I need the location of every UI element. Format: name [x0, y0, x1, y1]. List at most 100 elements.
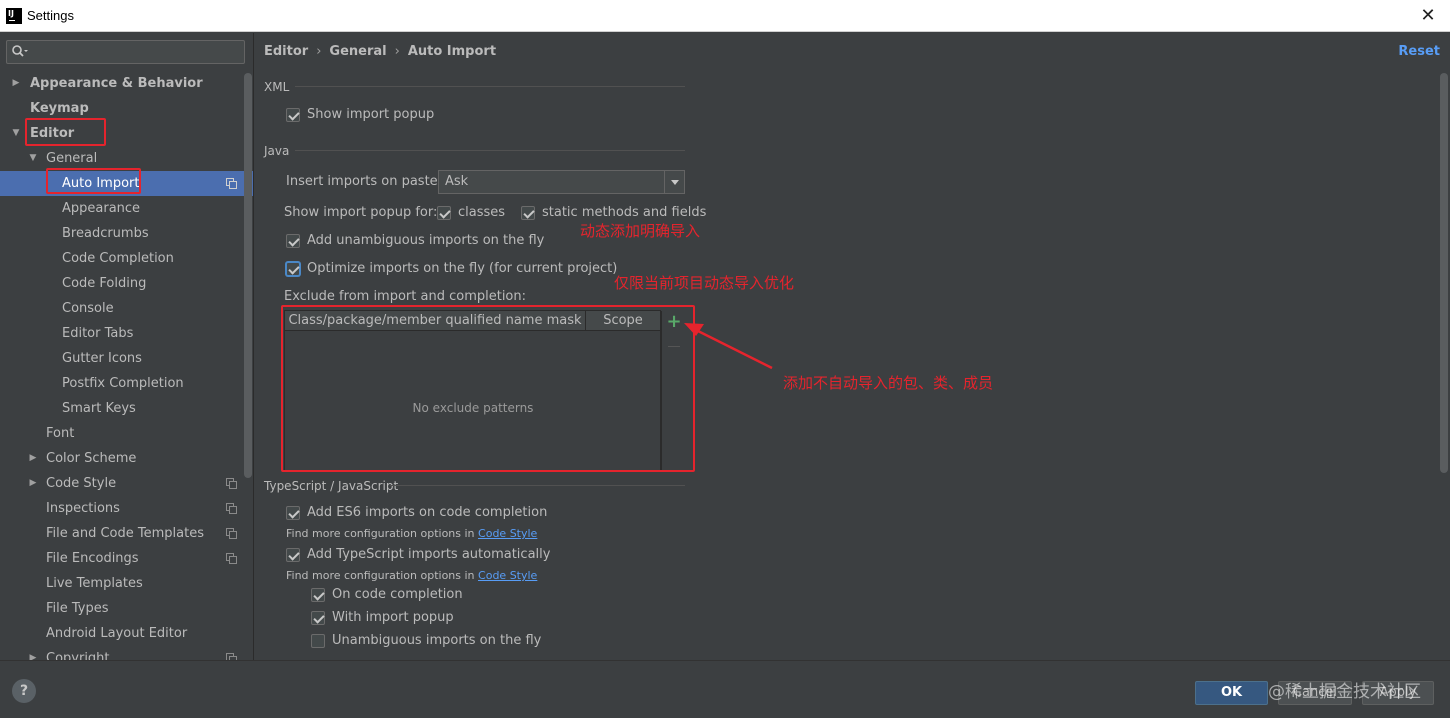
remove-pattern-minus-icon: [668, 346, 680, 347]
tree-item-label: File Types: [46, 601, 109, 616]
tree-item-console[interactable]: Console: [0, 296, 253, 321]
tree-item-editor-tabs[interactable]: Editor Tabs: [0, 321, 253, 346]
chevron-right-icon[interactable]: ▶: [27, 646, 39, 660]
tree-item-label: Code Completion: [62, 251, 174, 266]
add-unambiguous-row[interactable]: Add unambiguous imports on the fly: [286, 231, 566, 251]
ok-button[interactable]: OK: [1195, 681, 1268, 705]
tree-item-android-layout-editor[interactable]: Android Layout Editor: [0, 621, 253, 646]
project-scope-icon: [226, 553, 237, 564]
table-toolbar-divider: [661, 311, 662, 472]
tree-item-appearance-behavior[interactable]: ▶ Appearance & Behavior: [0, 71, 253, 96]
code-style-link[interactable]: Code Style: [478, 527, 537, 540]
tree-item-font[interactable]: Font: [0, 421, 253, 446]
tree-item-live-templates[interactable]: Live Templates: [0, 571, 253, 596]
section-title-typescript: TypeScript / JavaScript: [264, 479, 399, 493]
chevron-down-icon[interactable]: ▼: [27, 146, 39, 171]
column-header-scope[interactable]: Scope: [586, 311, 661, 331]
tree-item-file-code-templates[interactable]: File and Code Templates: [0, 521, 253, 546]
section-divider: [390, 485, 685, 486]
settings-content-panel: Editor › General › Auto Import Reset XML Sho…: [255, 33, 1450, 660]
tree-item-file-types[interactable]: File Types: [0, 596, 253, 621]
checkbox-label: Unambiguous imports on the fly: [332, 633, 542, 648]
add-typescript-row[interactable]: Add TypeScript imports automatically: [286, 545, 586, 565]
code-style-link[interactable]: Code Style: [478, 569, 537, 582]
tree-item-label: Color Scheme: [46, 451, 137, 466]
settings-sidebar: ▶ Appearance & Behavior Keymap ▼ Editor …: [0, 33, 254, 660]
classes-row[interactable]: classes: [437, 203, 517, 223]
tree-item-copyright[interactable]: ▶ Copyright: [0, 646, 253, 660]
add-es6-row[interactable]: Add ES6 imports on code completion: [286, 503, 586, 523]
static-methods-checkbox[interactable]: [521, 206, 535, 220]
chevron-down-icon[interactable]: [664, 171, 684, 193]
chevron-right-icon[interactable]: ▶: [10, 71, 22, 96]
unambiguous-fly-checkbox[interactable]: [311, 634, 325, 648]
dialog-button-bar: ? OK Cancel Apply: [0, 660, 1450, 718]
on-code-completion-checkbox[interactable]: [311, 588, 325, 602]
tree-item-code-folding[interactable]: Code Folding: [0, 271, 253, 296]
tree-item-label: Console: [62, 301, 114, 316]
tree-item-label: Auto Import: [62, 176, 140, 191]
checkbox-label: With import popup: [332, 610, 454, 625]
add-es6-checkbox[interactable]: [286, 506, 300, 520]
tree-item-label: Keymap: [30, 101, 89, 116]
show-import-popup-xml-checkbox[interactable]: [286, 108, 300, 122]
tree-item-auto-import[interactable]: Auto Import: [0, 171, 253, 196]
on-code-completion-row[interactable]: On code completion: [311, 585, 531, 605]
tree-item-general[interactable]: ▼ General: [0, 146, 253, 171]
show-import-popup-xml-row[interactable]: Show import popup: [286, 105, 586, 125]
chevron-down-icon[interactable]: ▼: [10, 121, 22, 146]
tree-item-gutter-icons[interactable]: Gutter Icons: [0, 346, 253, 371]
checkbox-label: On code completion: [332, 587, 463, 602]
add-typescript-checkbox[interactable]: [286, 548, 300, 562]
unambiguous-fly-row[interactable]: Unambiguous imports on the fly: [311, 631, 551, 651]
exclude-patterns-table[interactable]: Class/package/member qualified name mask…: [284, 310, 662, 472]
optimize-imports-checkbox[interactable]: [286, 262, 300, 276]
sidebar-scrollbar[interactable]: [244, 73, 252, 478]
chevron-right-icon[interactable]: ▶: [27, 471, 39, 496]
search-icon: [12, 45, 28, 57]
reset-link[interactable]: Reset: [1398, 44, 1440, 59]
help-icon[interactable]: ?: [12, 679, 36, 703]
find-more-prefix: Find more configuration options in: [286, 569, 479, 582]
tree-item-label: Breadcrumbs: [62, 226, 149, 241]
tree-item-file-encodings[interactable]: File Encodings: [0, 546, 253, 571]
table-header: Class/package/member qualified name mask…: [285, 311, 661, 331]
tree-item-postfix-completion[interactable]: Postfix Completion: [0, 371, 253, 396]
watermark-text: @稀土掘金技术社区: [1268, 682, 1421, 702]
with-import-popup-checkbox[interactable]: [311, 611, 325, 625]
insert-imports-select[interactable]: Ask: [438, 170, 685, 194]
breadcrumb-separator: ›: [394, 44, 400, 59]
tree-item-appearance[interactable]: Appearance: [0, 196, 253, 221]
tree-item-keymap[interactable]: Keymap: [0, 96, 253, 121]
settings-search-input[interactable]: [6, 40, 245, 64]
tree-item-code-completion[interactable]: Code Completion: [0, 246, 253, 271]
tree-item-color-scheme[interactable]: ▶ Color Scheme: [0, 446, 253, 471]
classes-checkbox[interactable]: [437, 206, 451, 220]
tree-item-code-style[interactable]: ▶ Code Style: [0, 471, 253, 496]
add-unambiguous-checkbox[interactable]: [286, 234, 300, 248]
show-popup-for-label: Show import popup for:: [284, 205, 438, 220]
breadcrumb-item: General: [329, 44, 387, 59]
close-icon[interactable]: ✕: [1416, 4, 1440, 28]
find-more-options-text: Find more configuration options in Code …: [286, 569, 537, 582]
optimize-imports-row[interactable]: Optimize imports on the fly (for current…: [286, 259, 617, 279]
project-scope-icon: [226, 653, 237, 660]
checkbox-label: Show import popup: [307, 107, 435, 122]
tree-item-label: Font: [46, 426, 75, 441]
select-value: Ask: [445, 174, 469, 189]
content-scrollbar[interactable]: [1440, 73, 1448, 473]
chevron-right-icon[interactable]: ▶: [27, 446, 39, 471]
tree-item-smart-keys[interactable]: Smart Keys: [0, 396, 253, 421]
table-empty-text: No exclude patterns: [412, 401, 534, 415]
tree-item-label: Code Folding: [62, 276, 147, 291]
tree-item-label: Gutter Icons: [62, 351, 142, 366]
tree-item-label: Postfix Completion: [62, 376, 184, 391]
tree-item-inspections[interactable]: Inspections: [0, 496, 253, 521]
column-header-mask[interactable]: Class/package/member qualified name mask: [285, 311, 586, 331]
with-import-popup-row[interactable]: With import popup: [311, 608, 531, 628]
exclude-label: Exclude from import and completion:: [284, 289, 526, 304]
tree-item-label: Code Style: [46, 476, 117, 491]
tree-item-label: Editor Tabs: [62, 326, 134, 341]
tree-item-editor[interactable]: ▼ Editor: [0, 121, 253, 146]
tree-item-breadcrumbs[interactable]: Breadcrumbs: [0, 221, 253, 246]
